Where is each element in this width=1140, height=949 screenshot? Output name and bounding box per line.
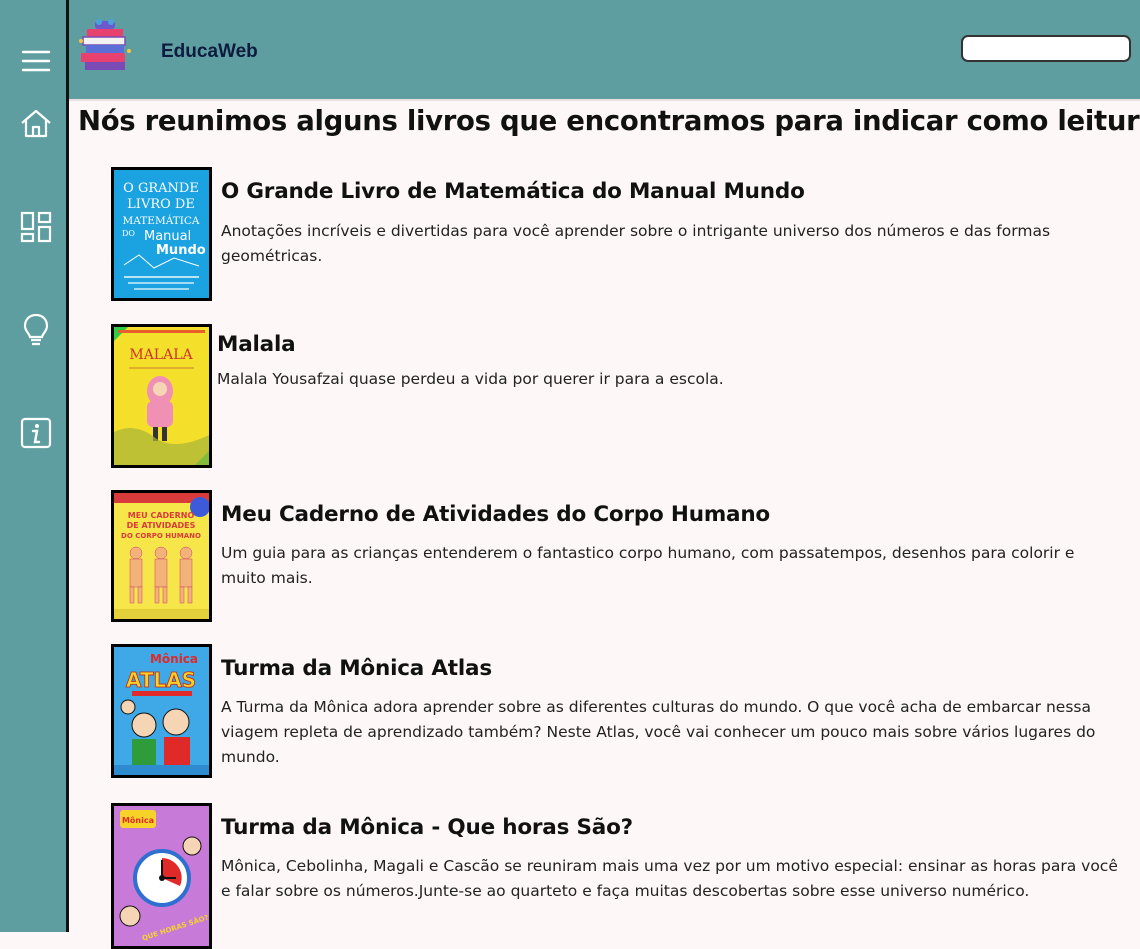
home-icon[interactable] — [17, 104, 55, 142]
cover-text: Mônica — [122, 815, 154, 825]
cover-text: MALALA — [129, 347, 193, 363]
cover-text: DO CORPO HUMANO — [121, 532, 201, 540]
header: EducaWeb — [69, 0, 1140, 99]
cover-text: Mundo — [156, 243, 206, 258]
book-title[interactable]: Turma da Mônica Atlas — [221, 656, 492, 681]
book-description: Um guia para as crianças entenderem o fa… — [221, 544, 1075, 587]
cover-text: MATEMÁTICA — [123, 213, 200, 227]
lightbulb-icon[interactable] — [17, 311, 55, 349]
cover-text: Manual — [144, 229, 191, 244]
book-description: Mônica, Cebolinha, Magali e Cascão se re… — [221, 857, 1118, 900]
cover-text: ATLAS — [126, 668, 196, 692]
cover-text: MEU CADERNO — [128, 511, 195, 520]
brand-name[interactable]: EducaWeb — [161, 41, 258, 63]
book-title[interactable]: Meu Caderno de Atividades do Corpo Human… — [221, 502, 770, 527]
info-icon[interactable] — [17, 414, 55, 452]
book-description: A Turma da Mônica adora aprender sobre a… — [221, 698, 1096, 766]
dashboard-icon[interactable] — [17, 208, 55, 246]
books-logo-icon[interactable] — [77, 17, 133, 75]
cover-text: DE ATIVIDADES — [127, 521, 196, 530]
book-description: Malala Yousafzai quase perdeu a vida por… — [217, 370, 724, 388]
cover-text: Mônica — [150, 652, 198, 666]
book-title[interactable]: Turma da Mônica - Que horas São? — [221, 815, 633, 840]
sidebar — [0, 0, 69, 932]
main-content: Nós reunimos alguns livros que encontram… — [69, 99, 1140, 949]
book-cover-image[interactable]: MEU CADERNO DE ATIVIDADES DO CORPO HUMAN… — [111, 490, 212, 622]
book-title[interactable]: Malala — [217, 332, 296, 357]
book-title[interactable]: O Grande Livro de Matemática do Manual M… — [221, 179, 805, 204]
cover-text: LIVRO DE — [127, 197, 195, 212]
menu-icon[interactable] — [17, 42, 55, 80]
cover-text: DO — [122, 229, 135, 238]
book-description: Anotações incríveis e divertidas para vo… — [221, 222, 1051, 265]
book-cover-image[interactable]: Mônica ATLAS — [111, 644, 212, 778]
page-title: Nós reunimos alguns livros que encontram… — [78, 105, 1140, 137]
cover-text: O GRANDE — [123, 181, 199, 196]
search-input[interactable] — [961, 35, 1131, 62]
book-cover-image[interactable]: Mônica QUE HORAS SÃO? — [111, 803, 212, 949]
book-cover-image[interactable]: MALALA — [111, 324, 212, 468]
book-cover-image[interactable]: O GRANDE LIVRO DE MATEMÁTICA DO Manual M… — [111, 167, 212, 301]
